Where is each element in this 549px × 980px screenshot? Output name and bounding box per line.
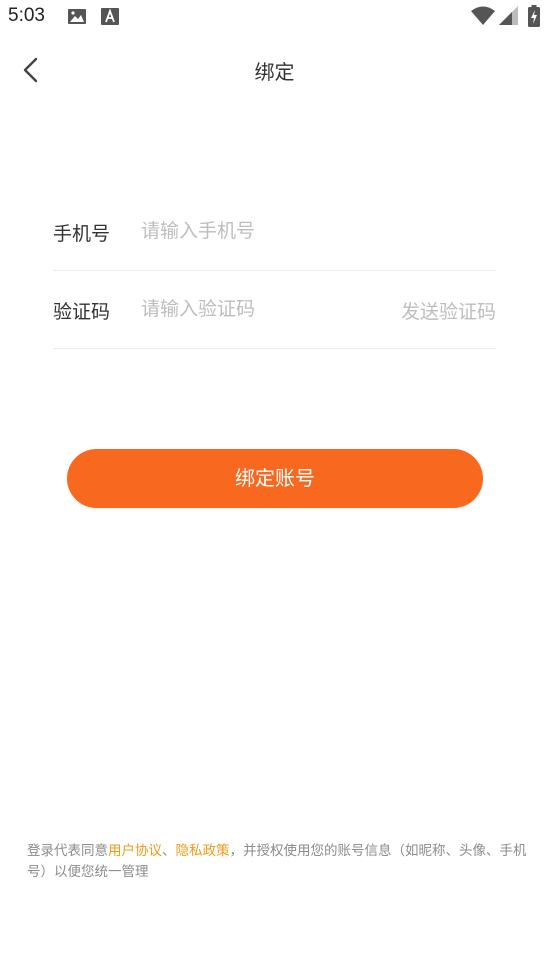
phone-label: 手机号 — [53, 223, 111, 245]
send-code-button[interactable]: 发送验证码 — [401, 297, 496, 324]
agreement-separator: 、 — [162, 843, 176, 859]
status-bar: 5:03 — [0, 0, 549, 36]
user-agreement-link[interactable]: 用户协议 — [108, 843, 162, 859]
status-time: 5:03 — [8, 5, 45, 26]
code-row: 验证码 发送验证码 — [53, 270, 496, 349]
image-icon — [67, 8, 87, 30]
page-title: 绑定 — [254, 60, 295, 84]
privacy-policy-link[interactable]: 隐私政策 — [176, 843, 230, 859]
code-label: 验证码 — [53, 301, 111, 323]
phone-input[interactable] — [141, 216, 371, 246]
header: 绑定 — [0, 44, 549, 96]
battery-icon — [528, 5, 540, 31]
code-input[interactable] — [141, 294, 371, 324]
a-font-icon — [101, 8, 119, 30]
wifi-icon — [471, 6, 495, 30]
phone-row: 手机号 — [53, 192, 496, 271]
cellular-icon — [499, 6, 519, 30]
agreement-prefix: 登录代表同意 — [27, 843, 108, 859]
agreement-text: 登录代表同意用户协议、隐私政策，并授权使用您的账号信息（如昵称、头像、手机号）以… — [27, 841, 527, 883]
bind-account-button[interactable]: 绑定账号 — [67, 449, 483, 508]
